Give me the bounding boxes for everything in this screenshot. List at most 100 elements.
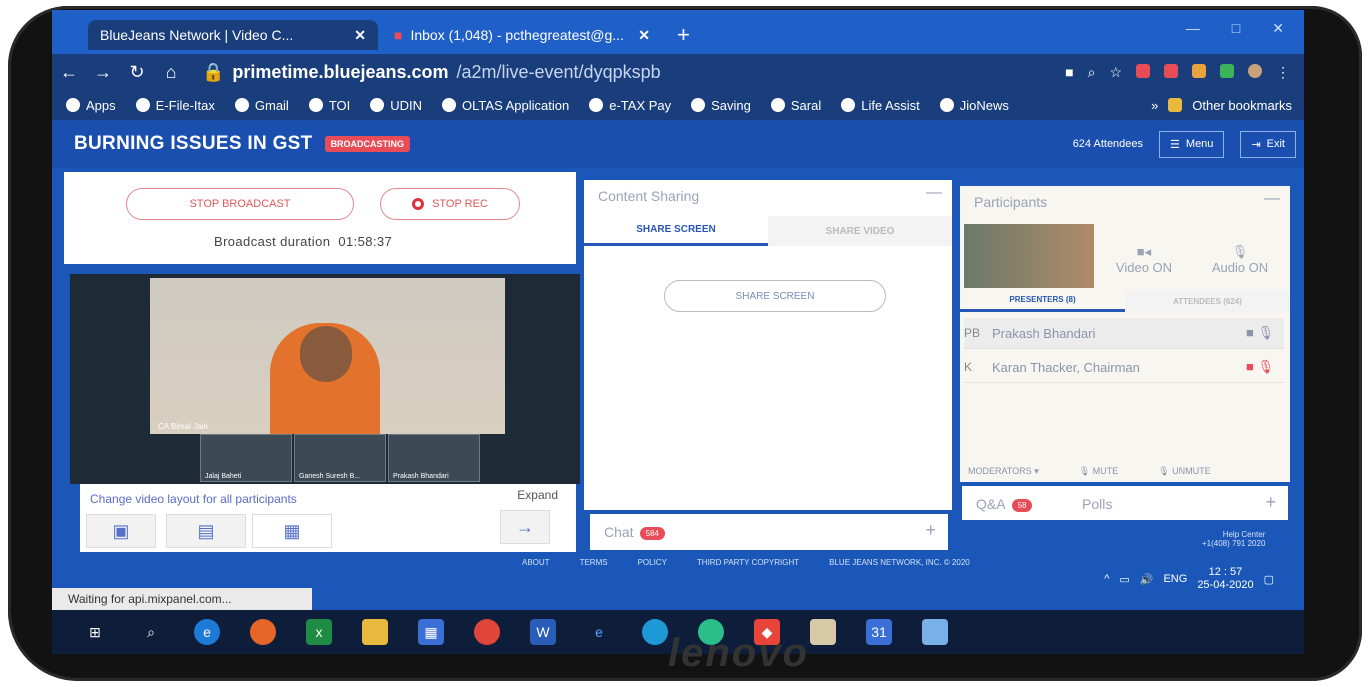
video-off-icon[interactable]: ■ 🎙 xyxy=(1246,359,1274,375)
bookmark-item[interactable]: Saral xyxy=(770,98,821,113)
unmute-all-button[interactable]: 🎙 UNMUTE xyxy=(1158,466,1210,477)
new-tab-icon[interactable]: + xyxy=(677,22,690,48)
maximize-icon[interactable]: □ xyxy=(1232,20,1240,37)
expand-chat-icon[interactable]: + xyxy=(925,520,936,541)
bookmark-item[interactable]: Apps xyxy=(66,98,116,113)
video-stage[interactable]: CA Bimal Jain Jalaj Baheti Ganesh Suresh… xyxy=(70,274,580,484)
expand-button[interactable]: → xyxy=(500,510,550,544)
tab-share-screen[interactable]: SHARE SCREEN xyxy=(584,216,768,246)
windows-start-icon[interactable]: ⊞ xyxy=(82,619,108,645)
bookmark-item[interactable]: Saving xyxy=(691,98,751,113)
system-tray: ^ ▭ 🔊 ENG 12 : 57 25-04-2020 ▢ xyxy=(1104,566,1274,592)
extension-icon[interactable] xyxy=(1164,63,1178,78)
tab-bluejeans[interactable]: BlueJeans Network | Video C... ✕ xyxy=(88,20,378,50)
bookmark-item[interactable]: TOI xyxy=(308,98,350,113)
camera-icon[interactable]: ■ xyxy=(1065,64,1073,81)
edge-dev-icon[interactable] xyxy=(642,619,668,645)
extension-icon[interactable] xyxy=(1136,63,1150,78)
share-screen-button[interactable]: SHARE SCREEN xyxy=(664,280,886,312)
chat-title: Chat 584 xyxy=(604,524,665,540)
notification-icon[interactable]: ▢ xyxy=(1264,573,1274,586)
close-tab-icon[interactable]: ✕ xyxy=(354,27,366,44)
stop-broadcast-button[interactable]: STOP BROADCAST xyxy=(126,188,354,220)
footer-link[interactable]: ABOUT xyxy=(522,558,550,567)
help-center[interactable]: Help Center +1(408) 791 2020 xyxy=(1202,530,1265,548)
stop-rec-button[interactable]: STOP REC xyxy=(380,188,520,220)
expand-label[interactable]: Expand xyxy=(517,488,558,502)
tray-arrow-icon[interactable]: ^ xyxy=(1104,573,1109,585)
url-field[interactable]: 🔒 primetime.bluejeans.com/a2m/live-event… xyxy=(202,62,661,83)
extension-icon[interactable] xyxy=(1220,63,1234,78)
audio-toggle[interactable]: 🎙 Audio ON xyxy=(1200,244,1280,275)
firefox-icon[interactable] xyxy=(250,619,276,645)
close-tab-icon[interactable]: ✕ xyxy=(638,27,650,44)
clock[interactable]: 12 : 57 25-04-2020 xyxy=(1197,566,1253,592)
footer-link[interactable]: TERMS xyxy=(580,558,608,567)
book-icon[interactable] xyxy=(810,619,836,645)
footer-link[interactable]: POLICY xyxy=(638,558,667,567)
excel-icon[interactable]: x xyxy=(306,619,332,645)
footer-link[interactable]: THIRD PARTY COPYRIGHT xyxy=(697,558,799,567)
exit-button[interactable]: ⇥ Exit xyxy=(1240,130,1296,158)
footer-link[interactable]: BLUE JEANS NETWORK, INC. © 2020 xyxy=(829,558,970,567)
mute-all-button[interactable]: 🎙 MUTE xyxy=(1079,466,1118,477)
forward-icon[interactable]: → xyxy=(86,62,120,83)
bookmark-item[interactable]: Gmail xyxy=(234,98,289,113)
layout-strip-button[interactable]: ▤ xyxy=(166,514,246,548)
tab-inbox[interactable]: ■ Inbox (1,048) - pcthegreatest@g... ✕ xyxy=(382,20,662,50)
tab-presenters[interactable]: PRESENTERS (8) xyxy=(960,290,1125,312)
bookmark-item[interactable]: e-TAX Pay xyxy=(589,98,671,113)
lock-icon: 🔒 xyxy=(202,61,225,82)
search-icon[interactable]: ⌕ xyxy=(138,619,164,645)
tab-share-video[interactable]: SHARE VIDEO xyxy=(768,216,952,246)
tab-attendees[interactable]: ATTENDEES (624) xyxy=(1125,290,1290,312)
url-host: primetime.bluejeans.com xyxy=(232,61,449,82)
avatar[interactable] xyxy=(1248,63,1262,78)
chrome-icon[interactable] xyxy=(474,619,500,645)
video-thumb[interactable]: Ganesh Suresh B... xyxy=(294,434,386,482)
share-tabs: SHARE SCREEN SHARE VIDEO xyxy=(584,216,952,246)
video-toggle[interactable]: ■◂ Video ON xyxy=(1104,244,1184,275)
minimize-icon[interactable]: — xyxy=(926,184,942,202)
close-window-icon[interactable]: ✕ xyxy=(1272,20,1284,37)
volume-icon[interactable]: 🔊 xyxy=(1140,573,1154,586)
layout-grid-button[interactable]: ▦ xyxy=(252,514,332,548)
chat-panel[interactable]: Chat 584 + xyxy=(590,514,948,550)
menu-button[interactable]: ☰ Menu xyxy=(1159,130,1225,158)
file-explorer-icon[interactable] xyxy=(362,619,388,645)
app-icon[interactable] xyxy=(922,619,948,645)
expand-qa-icon[interactable]: + xyxy=(1265,492,1276,513)
calculator-icon[interactable]: ▦ xyxy=(418,619,444,645)
star-icon[interactable]: ☆ xyxy=(1109,64,1122,81)
bookmark-item[interactable]: JioNews xyxy=(939,98,1009,113)
minimize-icon[interactable]: — xyxy=(1186,20,1200,37)
video-thumb[interactable]: Jalaj Baheti xyxy=(200,434,292,482)
reload-icon[interactable]: ↻ xyxy=(120,62,154,83)
video-thumb[interactable]: Prakash Bhandari xyxy=(388,434,480,482)
network-icon[interactable]: ▭ xyxy=(1119,573,1129,586)
bookmark-item[interactable]: UDIN xyxy=(370,98,422,113)
minimize-icon[interactable]: — xyxy=(1264,190,1280,208)
internet-explorer-icon[interactable]: e xyxy=(586,619,612,645)
edge-icon[interactable]: e xyxy=(194,619,220,645)
more-icon[interactable]: ⋮ xyxy=(1276,64,1290,81)
home-icon[interactable]: ⌂ xyxy=(154,62,188,83)
moderators-dropdown[interactable]: MODERATORS ▾ xyxy=(968,466,1039,477)
more-bookmarks-icon[interactable]: » xyxy=(1151,98,1158,113)
layout-single-button[interactable]: ▣ xyxy=(86,514,156,548)
word-icon[interactable]: W xyxy=(530,619,556,645)
back-icon[interactable]: ← xyxy=(52,62,86,83)
participant-row[interactable]: PB Prakash Bhandari ■ 🎙 xyxy=(964,318,1284,349)
language-indicator[interactable]: ENG xyxy=(1163,573,1187,585)
qa-panel[interactable]: Q&A 58 Polls + xyxy=(962,486,1288,520)
calendar-icon[interactable]: 31 xyxy=(866,619,892,645)
bookmark-item[interactable]: OLTAS Application xyxy=(442,98,569,113)
other-bookmarks[interactable]: » Other bookmarks xyxy=(1151,98,1292,113)
participant-row[interactable]: K Karan Thacker, Chairman ■ 🎙 xyxy=(964,352,1284,383)
zoom-icon[interactable]: ⌕ xyxy=(1088,64,1096,81)
polls-tab[interactable]: Polls xyxy=(1082,496,1112,512)
video-camera-icon[interactable]: ■ 🎙 xyxy=(1246,325,1274,341)
bookmark-item[interactable]: E-File-Itax xyxy=(135,98,215,113)
bookmark-item[interactable]: Life Assist xyxy=(841,98,920,113)
extension-icon[interactable] xyxy=(1192,63,1206,78)
